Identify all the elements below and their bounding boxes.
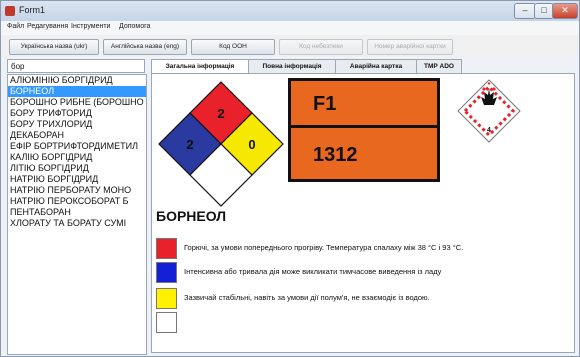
nfpa-diamond: 2 2 0: [158, 81, 284, 207]
maximize-button[interactable]: □: [534, 3, 554, 19]
sort-english-button[interactable]: Англійська назва (eng): [103, 39, 187, 55]
legend-health: Інтенсивна або тривала дія може викликат…: [156, 262, 572, 283]
substance-list[interactable]: АЛЮМІНІЮ БОРГІДРИД БОРНЕОЛ БОРОШНО РИБНЕ…: [7, 74, 147, 355]
hazard-code-button[interactable]: Код небезпеки: [279, 39, 363, 55]
health-description: Інтенсивна або тривала дія може викликат…: [184, 267, 442, 276]
window-title: Form1: [19, 5, 46, 15]
blue-swatch: [156, 262, 177, 283]
list-item[interactable]: ЛІТІЮ БОРГІДРИД: [8, 163, 146, 174]
nfpa-flammability-value: 2: [217, 106, 224, 121]
tab-strip: Загальна інформація Повна інформація Ава…: [151, 59, 575, 74]
tab-full-info[interactable]: Повна інформація: [248, 59, 336, 73]
list-item[interactable]: БОРУ ТРИХЛОРИД: [8, 119, 146, 130]
list-item[interactable]: ПЕНТАБОРАН: [8, 207, 146, 218]
tab-emergency-card[interactable]: Аварійна картка: [335, 59, 417, 73]
list-item[interactable]: ХЛОРАТУ ТА БОРАТУ СУМІ: [8, 218, 146, 229]
app-icon: [5, 6, 15, 16]
list-item[interactable]: ДЕКАБОРАН: [8, 130, 146, 141]
nfpa-health-value: 2: [186, 137, 193, 152]
hazard-class-label: 4: [487, 127, 491, 134]
orange-hazard-placard: F1 1312: [288, 78, 440, 182]
menu-file[interactable]: Файл: [7, 23, 24, 30]
list-item[interactable]: КАЛІЮ БОРГІДРИД: [8, 152, 146, 163]
red-swatch: [156, 238, 177, 259]
menu-edit[interactable]: Редагування: [27, 23, 68, 30]
menu-tools[interactable]: Інструменти: [71, 23, 110, 30]
list-item[interactable]: БОРУ ТРИФТОРИД: [8, 108, 146, 119]
search-input[interactable]: бор: [7, 59, 145, 73]
menu-help[interactable]: Допомога: [119, 23, 150, 30]
legend-flammability: Горючі, за умови попереднього прогріву. …: [156, 238, 572, 259]
emergency-card-button[interactable]: Номер аварійної картки: [367, 39, 453, 55]
substance-title: БОРНЕОЛ: [156, 208, 227, 224]
list-item-selected[interactable]: БОРНЕОЛ: [8, 86, 146, 97]
hazard-code: F1: [291, 81, 437, 128]
yellow-swatch: [156, 288, 177, 309]
minimize-button[interactable]: –: [514, 3, 536, 19]
flammable-solid-diamond-icon: 4: [457, 79, 521, 143]
list-item[interactable]: НАТРІЮ БОРГІДРИД: [8, 174, 146, 185]
un-number: 1312: [313, 144, 358, 166]
menu-bar: Файл Редагування Інструменти Допомога: [1, 21, 579, 35]
list-item[interactable]: БОРОШНО РИБНЕ (БОРОШНО: [8, 97, 146, 108]
list-item[interactable]: НАТРІЮ ПЕРБОРАТУ МОНО: [8, 185, 146, 196]
title-bar: Form1 – □ ✕: [1, 1, 579, 21]
list-item[interactable]: АЛЮМІНІЮ БОРГІДРИД: [8, 75, 146, 86]
tab-general-info[interactable]: Загальна інформація: [151, 59, 249, 74]
legend-reactivity: Зазвичай стабільні, навіть за умови дії …: [156, 288, 572, 309]
main-window: Form1 – □ ✕ Файл Редагування Інструменти…: [0, 0, 580, 357]
tab-content-general: 2 2 0 F1 1312 4 БОРНЕОЛ Горючі, за умови…: [151, 73, 575, 353]
reactivity-description: Зазвичай стабільні, навіть за умови дії …: [184, 293, 430, 302]
sort-ukrainian-button[interactable]: Українська назва (ukr): [9, 39, 99, 55]
tab-tmr-ado[interactable]: ТМР АDО: [416, 59, 462, 73]
close-button[interactable]: ✕: [552, 3, 578, 19]
flammability-description: Горючі, за умови попереднього прогріву. …: [184, 243, 464, 252]
list-item[interactable]: НАТРІЮ ПЕРОКСОБОРАТ Б: [8, 196, 146, 207]
toolbar: Українська назва (ukr) Англійська назва …: [1, 35, 579, 57]
white-swatch: [156, 312, 177, 333]
un-code-button[interactable]: Код ООН: [191, 39, 275, 55]
legend-special: [156, 312, 572, 333]
list-item[interactable]: ЕФІР БОРТРИФТОРДИМЕТИЛ: [8, 141, 146, 152]
nfpa-reactivity-value: 0: [248, 137, 255, 152]
